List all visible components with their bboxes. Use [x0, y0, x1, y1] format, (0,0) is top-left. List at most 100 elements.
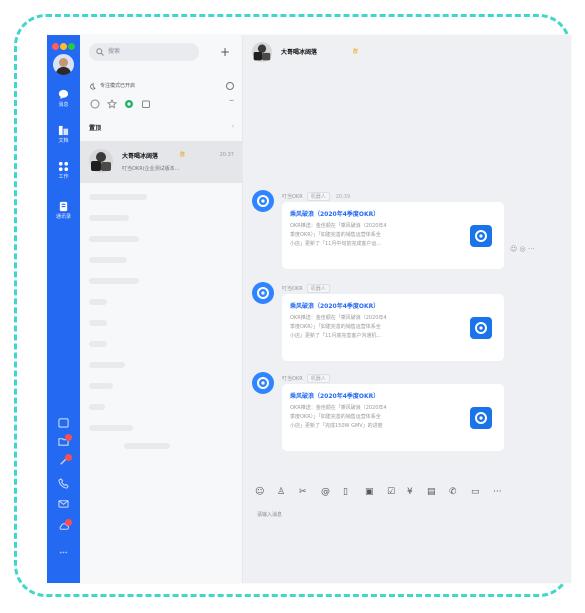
scissors-icon[interactable]: ✂ — [299, 487, 307, 497]
nav-messages[interactable]: 消息 — [47, 89, 80, 108]
composer-toolbar: ☺ ♙ ✂ @ ▯ ▣ ☑ ¥ ▤ ✆ ▭ ··· — [255, 487, 555, 499]
nav-contacts[interactable]: 通讯录 — [47, 201, 80, 220]
focus-mode-text: 专注模式已开启 — [100, 83, 136, 89]
notification-badge — [65, 434, 72, 441]
thumbs-up-icon[interactable]: ♙ — [277, 487, 285, 497]
message-sender: 叮当OKR 机器人 — [282, 374, 330, 383]
add-button[interactable]: + — [216, 43, 234, 61]
list-item-placeholder[interactable] — [89, 210, 234, 228]
card-body-line: 季度OKR）」「如建完善的销售运营体系全 — [290, 324, 381, 330]
list-item-placeholder[interactable] — [89, 378, 234, 396]
list-item-placeholder[interactable] — [89, 252, 234, 270]
emoji-icon[interactable]: ☺ — [255, 487, 264, 497]
card-body-line: OKR推送：金佳顺在「乘风破浪（2020年4 — [290, 223, 387, 229]
image-icon[interactable]: ▣ — [365, 487, 374, 497]
phone-icon[interactable] — [58, 478, 69, 489]
list-item-placeholder[interactable] — [89, 231, 234, 249]
group-avatar[interactable] — [252, 42, 272, 62]
red-packet-icon[interactable]: ¥ — [407, 487, 413, 497]
chevron-right-icon: › — [231, 123, 234, 130]
group-badge: 群 — [180, 152, 186, 158]
list-item-placeholder[interactable] — [89, 336, 234, 354]
phone-icon[interactable]: ✆ — [449, 487, 457, 497]
okr-bot-avatar[interactable] — [252, 282, 274, 304]
reaction-icon[interactable]: ☺ — [510, 245, 517, 253]
message-sender: 叮当OKR 机器人 20:39 — [282, 192, 350, 201]
window-close-button[interactable] — [52, 43, 59, 50]
more-filter-icon[interactable]: – — [229, 95, 234, 106]
sender-name: 叮当OKR — [282, 194, 303, 200]
reply-icon[interactable]: ◎ — [520, 245, 526, 253]
left-nav-rail: 消息 文档 工作 通讯录 — [47, 35, 80, 583]
calendar-filter-icon[interactable] — [141, 99, 151, 109]
nav-work[interactable]: 工作 — [47, 161, 80, 180]
mail-icon[interactable] — [58, 498, 69, 509]
at-mention-icon[interactable]: @ — [321, 487, 330, 497]
card-title: 乘风破浪（2020年4季度OKR） — [290, 393, 380, 400]
card-body-line: 小店」更新了「完成150W GMV」的进度 — [290, 423, 383, 429]
message-sender: 叮当OKR 机器人 — [282, 284, 330, 293]
filter-row: – — [90, 95, 234, 111]
card-body: OKR推送：金佳顺在「乘风破浪（2020年4 季度OKR）」「如建完善的销售运营… — [290, 314, 440, 341]
pinned-section-header[interactable]: 置顶 › — [89, 123, 234, 135]
okr-bot-avatar[interactable] — [252, 190, 274, 212]
calendar-icon[interactable] — [58, 417, 69, 428]
okr-app-icon — [470, 407, 492, 429]
chat-list-item[interactable]: 大哥喝冰阔落 群 20:37 叮当OKR(企业测试版本... — [80, 141, 242, 183]
list-item-placeholder[interactable] — [89, 273, 234, 291]
checklist-icon[interactable]: ☑ — [387, 487, 395, 497]
search-input[interactable]: 搜索 — [89, 43, 199, 61]
okr-card[interactable]: 乘风破浪（2020年4季度OKR） OKR推送：金佳顺在「乘风破浪（2020年4… — [282, 384, 504, 451]
search-icon — [96, 48, 104, 56]
video-icon[interactable]: ▭ — [471, 487, 480, 497]
moon-icon — [90, 83, 96, 90]
file-icon[interactable]: ▯ — [343, 487, 348, 497]
sender-name: 叮当OKR — [282, 376, 303, 382]
message-input[interactable]: 请输入消息 — [257, 511, 282, 518]
card-body-line: OKR推送：金佳顺在「乘风破浪（2020年4 — [290, 315, 387, 321]
nav-docs-label: 文档 — [58, 138, 69, 144]
list-item-placeholder[interactable] — [89, 315, 234, 333]
user-avatar[interactable] — [53, 54, 74, 75]
list-item-placeholder[interactable] — [89, 189, 234, 207]
bot-tag: 机器人 — [306, 284, 330, 293]
conversation-title: 大哥喝冰阔落 — [281, 49, 318, 56]
okr-card[interactable]: 乘风破浪（2020年4季度OKR） OKR推送：金佳顺在「乘风破浪（2020年4… — [282, 202, 504, 269]
card-body-line: 小店」更新了「11月中旬前完成客户运... — [290, 241, 382, 247]
nav-work-label: 工作 — [58, 174, 69, 180]
app-window: 消息 文档 工作 通讯录 搜索 + 专注模式已开启 – 置顶 › 大哥喝冰阔落 … — [47, 35, 571, 583]
conversation-header: 大哥喝冰阔落 群 — [243, 35, 571, 69]
more-actions-icon[interactable]: ··· — [528, 245, 535, 253]
more-tools-icon[interactable]: ··· — [493, 487, 502, 497]
window-minimize-button[interactable] — [60, 43, 67, 50]
list-item-placeholder[interactable] — [89, 399, 234, 417]
bot-tag: 机器人 — [306, 374, 330, 383]
card-body: OKR推送：金佳顺在「乘风破浪（2020年4 季度OKR）」「如建完善的销售运营… — [290, 222, 440, 249]
more-icon[interactable] — [58, 547, 69, 558]
okr-app-icon — [470, 317, 492, 339]
list-item-placeholder[interactable] — [89, 420, 234, 438]
card-title: 乘风破浪（2020年4季度OKR） — [290, 303, 380, 310]
card-body-line: 季度OKR）」「如建完善的销售运营体系全 — [290, 414, 381, 420]
nav-contacts-label: 通讯录 — [55, 214, 71, 220]
calendar-icon[interactable]: ▤ — [427, 487, 436, 497]
list-item-placeholder[interactable] — [89, 357, 234, 375]
notification-badge — [65, 454, 72, 461]
message-time: 20:39 — [335, 194, 351, 200]
nav-docs[interactable]: 文档 — [47, 125, 80, 144]
focus-mode-row[interactable]: 专注模式已开启 — [89, 80, 234, 92]
card-title: 乘风破浪（2020年4季度OKR） — [290, 211, 380, 218]
card-body: OKR推送：金佳顺在「乘风破浪（2020年4 季度OKR）」「如建完善的销售运营… — [290, 404, 440, 431]
star-icon[interactable] — [107, 99, 117, 109]
okr-card[interactable]: 乘风破浪（2020年4季度OKR） OKR推送：金佳顺在「乘风破浪（2020年4… — [282, 294, 504, 361]
window-zoom-button[interactable] — [68, 43, 75, 50]
sender-name: 叮当OKR — [282, 286, 303, 292]
apps-grid-icon — [58, 161, 69, 172]
at-icon[interactable] — [90, 99, 100, 109]
notification-badge — [65, 519, 72, 526]
list-item-placeholder[interactable] — [89, 294, 234, 312]
okr-bot-avatar[interactable] — [252, 372, 274, 394]
unread-filter-icon[interactable] — [124, 99, 134, 109]
refresh-icon[interactable] — [226, 82, 234, 90]
conversation-pane: 大哥喝冰阔落 群 叮当OKR 机器人 20:39 乘风破浪（2020年4季度OKR）… — [243, 35, 571, 583]
